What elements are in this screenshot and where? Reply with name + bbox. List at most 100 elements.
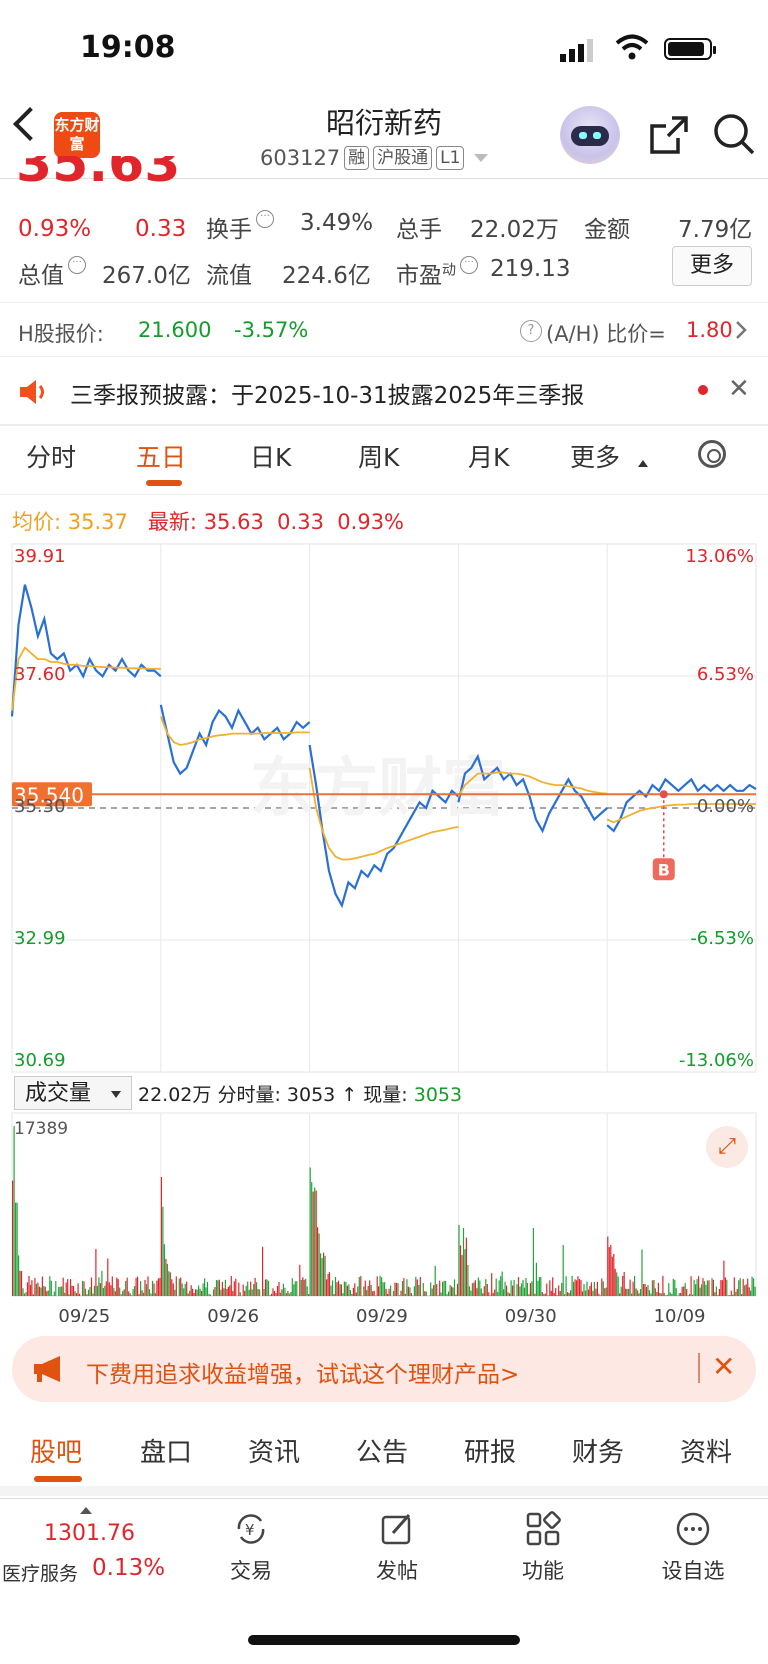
volume-bar	[668, 1283, 669, 1296]
volume-bar	[316, 1191, 317, 1296]
post-button[interactable]: 发帖	[342, 1511, 452, 1585]
now-volume-value: 3053	[414, 1084, 462, 1106]
add-watchlist-button[interactable]: 设自选	[638, 1511, 748, 1585]
share-icon[interactable]	[648, 114, 690, 156]
volume-bar	[586, 1282, 587, 1296]
volume-bar	[173, 1283, 174, 1296]
chevron-right-icon[interactable]	[734, 320, 748, 340]
info-icon[interactable]: ···	[460, 256, 478, 274]
volume-bar	[734, 1277, 735, 1296]
volume-bar	[569, 1293, 570, 1296]
search-icon[interactable]	[712, 112, 756, 156]
volume-bar	[255, 1278, 256, 1296]
volume-bar	[579, 1279, 580, 1296]
help-icon[interactable]: ?	[520, 320, 542, 342]
volume-bar	[304, 1280, 305, 1296]
close-icon[interactable]: ✕	[712, 1350, 735, 1383]
volume-bar	[335, 1277, 336, 1296]
volume-bar	[341, 1284, 342, 1296]
tab-pankou[interactable]: 盘口	[140, 1432, 192, 1469]
tab-monthly-k[interactable]: 月K	[468, 438, 509, 474]
volume-bar	[217, 1280, 218, 1296]
volume-chart[interactable]: 17389 09/2509/2609/2909/3010/09	[0, 1112, 768, 1322]
volume-bar	[329, 1272, 330, 1296]
volume-bar	[439, 1281, 440, 1296]
volume-bar	[746, 1284, 747, 1296]
volume-bar	[667, 1295, 668, 1296]
tab-announcements[interactable]: 公告	[356, 1432, 408, 1469]
status-time: 19:08	[80, 30, 176, 65]
close-icon[interactable]: ✕	[728, 374, 750, 404]
volume-bar	[405, 1294, 406, 1296]
volume-bar	[688, 1295, 689, 1296]
tab-five-day[interactable]: 五日	[136, 438, 186, 474]
volume-bar	[695, 1284, 696, 1296]
float-cap-value: 224.6亿	[282, 256, 371, 290]
volume-bar	[607, 1237, 608, 1297]
trade-button[interactable]: ¥ 交易	[196, 1511, 306, 1585]
volume-bar	[677, 1295, 678, 1296]
stock-code: 603127	[260, 146, 340, 170]
volume-bar	[192, 1289, 193, 1296]
volume-bar	[225, 1280, 226, 1296]
h-share-change: -3.57%	[234, 318, 308, 342]
tab-news[interactable]: 资讯	[248, 1432, 300, 1469]
tab-daily-k[interactable]: 日K	[250, 438, 291, 474]
volume-bar	[653, 1280, 654, 1296]
volume-bar	[414, 1286, 415, 1296]
volume-bar	[39, 1287, 40, 1296]
gear-icon[interactable]	[698, 440, 726, 468]
tab-more[interactable]: 更多	[570, 438, 620, 474]
volume-bar	[503, 1289, 504, 1296]
y-right-tick-1: 6.53%	[697, 664, 754, 685]
volume-bar	[444, 1281, 445, 1296]
volume-bar	[372, 1291, 373, 1296]
index-widget[interactable]: 1301.76 医疗服务 0.13%	[0, 1499, 170, 1599]
volume-bar	[159, 1278, 160, 1296]
tab-guba[interactable]: 股吧	[30, 1432, 82, 1469]
five-day-price-chart[interactable]: 东方财富 35.540B 39.9137.6035.3032.9930.6913…	[0, 540, 768, 1080]
volume-bar	[231, 1276, 232, 1296]
volume-bar	[369, 1280, 370, 1296]
functions-button[interactable]: 功能	[488, 1511, 598, 1585]
volume-selector[interactable]: 成交量	[14, 1076, 132, 1110]
volume-bar	[725, 1277, 726, 1296]
volume-bar	[43, 1286, 44, 1296]
volume-bar	[101, 1271, 102, 1296]
notice-text[interactable]: 三季报预披露：于2025-10-31披露2025年三季报	[70, 376, 584, 410]
volume-bar	[472, 1283, 473, 1296]
info-icon[interactable]: ···	[256, 210, 274, 228]
info-icon[interactable]: ···	[68, 256, 86, 274]
volume-bar	[381, 1277, 382, 1296]
volume-bar	[73, 1286, 74, 1296]
volume-bar	[722, 1280, 723, 1296]
volume-bar	[85, 1289, 86, 1296]
volume-bar	[552, 1277, 553, 1296]
tab-finance[interactable]: 财务	[572, 1432, 624, 1469]
expand-icon[interactable]: ⤢	[706, 1126, 748, 1168]
more-button[interactable]: 更多	[672, 246, 752, 286]
mkt-cap-value: 267.0亿	[102, 256, 191, 290]
avg-label: 均价:	[12, 510, 61, 534]
chevron-down-icon[interactable]	[474, 154, 488, 162]
volume-bar	[674, 1280, 675, 1296]
tab-weekly-k[interactable]: 周K	[358, 438, 399, 474]
tab-profile[interactable]: 资料	[680, 1432, 732, 1469]
change-abs: 0.33	[135, 216, 186, 242]
tab-intraday[interactable]: 分时	[26, 438, 76, 474]
volume-total: 22.02万	[138, 1084, 211, 1106]
volume-bar	[31, 1280, 32, 1296]
volume-bar	[142, 1290, 143, 1296]
volume-bar	[274, 1291, 275, 1296]
home-indicator[interactable]	[248, 1635, 520, 1645]
assistant-robot-icon[interactable]	[560, 106, 620, 164]
volume-bar	[235, 1279, 236, 1296]
volume-bar	[264, 1289, 265, 1296]
volume-bar	[752, 1277, 753, 1296]
volume-bar	[284, 1288, 285, 1296]
promo-text[interactable]: 下费用追求收益增强，试试这个理财产品>	[86, 1355, 519, 1389]
volume-bar	[286, 1293, 287, 1296]
tab-research[interactable]: 研报	[464, 1432, 516, 1469]
mkt-cap-label: 总值	[18, 263, 64, 289]
x-tick-label: 09/30	[505, 1306, 557, 1322]
